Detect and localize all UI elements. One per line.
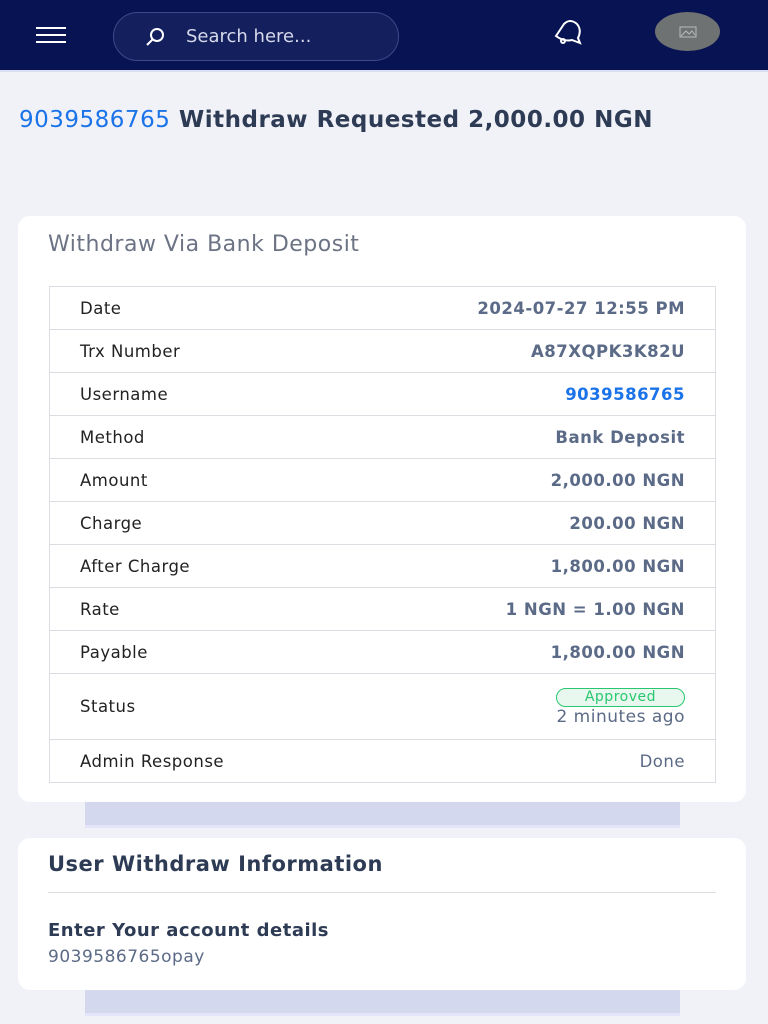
status-time: 2 minutes ago: [556, 707, 685, 727]
table-row: Payable 1,800.00 NGN: [49, 630, 716, 674]
row-label: Trx Number: [49, 329, 338, 373]
row-value: Done: [337, 739, 716, 783]
title-text: Withdraw Requested 2,000.00 NGN: [178, 107, 653, 133]
row-value: 2024-07-27 12:55 PM: [477, 298, 685, 318]
card-title: Withdraw Via Bank Deposit: [48, 232, 360, 257]
divider: [48, 892, 716, 893]
table-row-admin-response: Admin Response Done: [49, 739, 716, 783]
table-row: Amount 2,000.00 NGN: [49, 458, 716, 502]
row-value: Bank Deposit: [337, 415, 716, 459]
details-table: Date 2024-07-27 12:55 PM Trx Number A87XQPK…: [49, 286, 716, 783]
field-value: 9039586765opay: [48, 947, 205, 967]
field-label: Enter Your account details: [48, 920, 330, 941]
user-avatar[interactable]: [655, 12, 720, 51]
row-value: 1,800.00 NGN: [337, 544, 716, 588]
hamburger-menu-icon[interactable]: [36, 27, 66, 45]
table-row: Username 9039586765: [49, 372, 716, 416]
row-label: Rate: [49, 587, 338, 631]
row-value: 2,000.00 NGN: [337, 458, 716, 502]
row-label: Status: [49, 673, 338, 740]
row-value[interactable]: 9039586765: [337, 372, 716, 416]
row-value: 1,800.00 NGN: [337, 630, 716, 674]
row-label: Amount: [49, 458, 338, 502]
decor-band: [85, 802, 680, 828]
table-row: Method Bank Deposit: [49, 415, 716, 459]
bell-icon[interactable]: [552, 18, 586, 46]
row-label: Charge: [49, 501, 338, 545]
search-box[interactable]: [113, 12, 399, 61]
table-row: Trx Number A87XQPK3K82U: [49, 329, 716, 373]
row-label: Payable: [49, 630, 338, 674]
table-row: After Charge 1,800.00 NGN: [49, 544, 716, 588]
row-label: Date: [80, 298, 122, 318]
top-bar: [0, 0, 768, 72]
withdraw-details-card: Withdraw Via Bank Deposit Date 2024-07-27…: [18, 216, 746, 802]
page-title: 9039586765 Withdraw Requested 2,000.00 N…: [19, 106, 739, 135]
row-label: After Charge: [49, 544, 338, 588]
table-row: Date 2024-07-27 12:55 PM: [50, 287, 716, 330]
row-label: Admin Response: [49, 739, 338, 783]
row-value: A87XQPK3K82U: [337, 329, 716, 373]
image-placeholder-icon: [679, 26, 696, 37]
table-row-status: Status Approved 2 minutes ago: [49, 673, 716, 740]
card-title: User Withdraw Information: [48, 852, 383, 876]
row-value: 1 NGN = 1.00 NGN: [337, 587, 716, 631]
user-withdraw-info-card: User Withdraw Information Enter Your acc…: [18, 838, 746, 990]
status-badge: Approved: [555, 688, 685, 707]
decor-band: [85, 990, 680, 1016]
search-input[interactable]: [186, 26, 386, 47]
search-icon: [146, 27, 164, 46]
row-value: 200.00 NGN: [337, 501, 716, 545]
table-row: Charge 200.00 NGN: [49, 501, 716, 545]
row-label: Username: [49, 372, 338, 416]
table-row: Rate 1 NGN = 1.00 NGN: [49, 587, 716, 631]
username-link[interactable]: 9039586765: [19, 107, 170, 133]
row-label: Method: [49, 415, 338, 459]
